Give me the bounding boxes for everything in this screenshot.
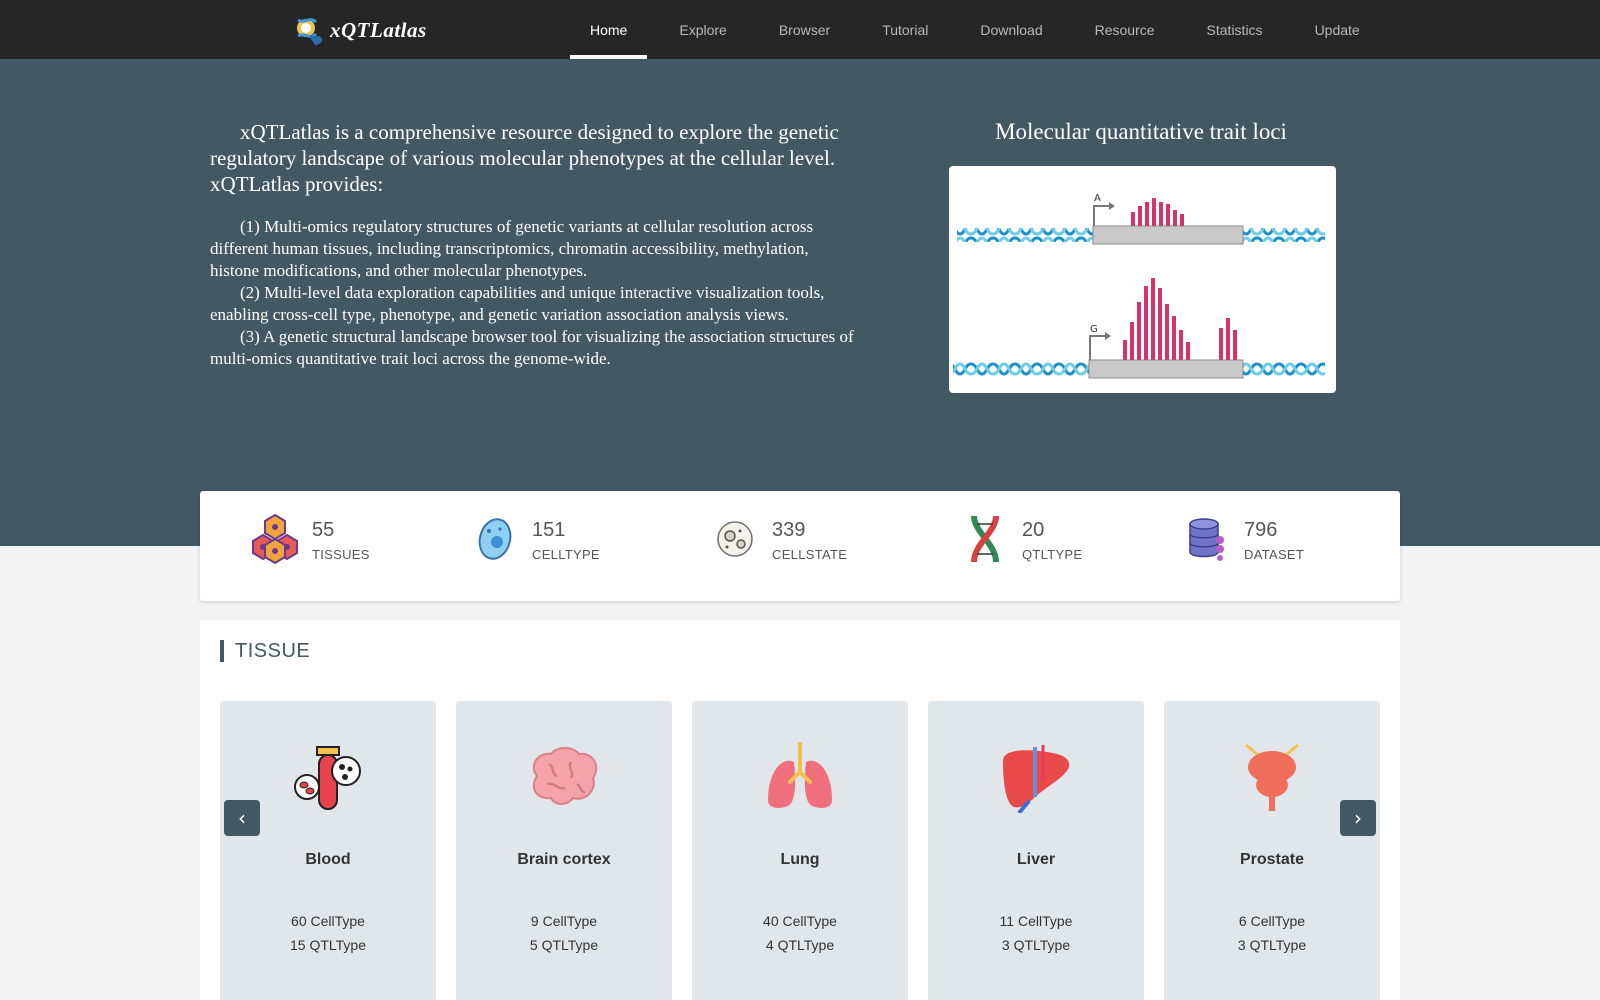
celltype-icon — [470, 511, 520, 567]
stat-cellstate-label: CELLSTATE — [772, 546, 848, 562]
logo-icon — [297, 18, 322, 46]
stat-qtltype[interactable]: 20 QTLTYPE — [960, 511, 1082, 567]
nav-explore[interactable]: Explore — [659, 0, 746, 59]
tissue-card-liver[interactable]: Liver 11 CellType 3 QTLType — [928, 701, 1144, 1000]
blood-icon — [288, 737, 368, 817]
nav-download[interactable]: Download — [960, 0, 1062, 59]
stat-tissues[interactable]: 55 TISSUES — [250, 511, 370, 567]
tissue-card-brain-cortex[interactable]: Brain cortex 9 CellType 5 QTLType — [456, 701, 672, 1000]
hero-feature-list: (1) Multi-omics regulatory structures of… — [210, 216, 860, 370]
site-logo[interactable]: xQTLatlas — [292, 10, 427, 50]
tissue-card-name: Liver — [1016, 851, 1056, 868]
tissue-card-name: Lung — [780, 851, 820, 868]
tissue-card-qtltype: 15 QTLType — [289, 937, 366, 953]
hero-point-1: (1) Multi-omics regulatory structures of… — [210, 217, 814, 280]
tissues-icon — [250, 511, 300, 567]
carousel-next-button[interactable]: › — [1340, 800, 1376, 836]
tissue-card-celltype: 9 CellType — [530, 913, 598, 929]
tissue-card-celltype: 60 CellType — [291, 913, 365, 929]
diagram-title: Molecular quantitative trait loci — [995, 119, 1287, 144]
stat-tissues-value: 55 — [312, 518, 335, 541]
tissue-card-prostate[interactable]: Prostate 6 CellType 3 QTLType — [1164, 701, 1380, 1000]
tissue-card-celltype: 6 CellType — [1238, 913, 1306, 929]
mqtl-diagram-illustration: A G — [953, 193, 1325, 379]
database-icon — [1182, 511, 1232, 567]
stat-celltype-value: 151 — [532, 518, 566, 541]
stat-tissues-label: TISSUES — [312, 546, 370, 562]
tissue-card-qtltype: 4 QTLType — [765, 937, 835, 953]
stat-cellstate[interactable]: 339 CELLSTATE — [710, 511, 847, 567]
stat-dataset[interactable]: 796 DATASET — [1182, 511, 1304, 567]
tissue-card-name: Blood — [305, 851, 351, 868]
hero-intro-text: xQTLatlas is a comprehensive resource de… — [210, 120, 839, 196]
nav-statistics[interactable]: Statistics — [1187, 0, 1283, 59]
hero-point-3: (3) A genetic structural landscape brows… — [210, 327, 854, 368]
tissue-card-lung[interactable]: Lung 40 CellType 4 QTLType — [692, 701, 908, 1000]
stats-panel: 55 TISSUES 151 CELLTYPE 339 CELLSTATE 20… — [200, 491, 1400, 601]
hero-banner: xQTLatlas is a comprehensive resource de… — [0, 59, 1600, 546]
cellstate-icon — [710, 511, 760, 567]
tissue-card-blood[interactable]: Blood 60 CellType 15 QTLType — [220, 701, 436, 1000]
brain-icon — [524, 737, 604, 817]
logo-text: xQTLatlas — [330, 17, 427, 42]
allele-label-a: A — [1094, 193, 1101, 204]
stat-qtltype-label: QTLTYPE — [1022, 546, 1083, 562]
tissue-panel: TISSUE Blood 60 CellType 15 QTLType Brai… — [200, 620, 1400, 1000]
dna-icon — [960, 511, 1010, 567]
stat-dataset-label: DATASET — [1244, 546, 1305, 562]
stat-qtltype-value: 20 — [1022, 518, 1045, 541]
tissue-card-name: Prostate — [1239, 851, 1305, 868]
carousel-prev-button[interactable]: ‹ — [224, 800, 260, 836]
nav-resource[interactable]: Resource — [1075, 0, 1175, 59]
liver-icon — [996, 737, 1076, 817]
lung-icon — [760, 737, 840, 817]
nav-browser[interactable]: Browser — [759, 0, 850, 59]
stat-dataset-value: 796 — [1244, 518, 1278, 541]
nav-tutorial[interactable]: Tutorial — [862, 0, 948, 59]
allele-label-g: G — [1090, 324, 1098, 335]
hero-point-2: (2) Multi-level data exploration capabil… — [210, 283, 825, 324]
tissue-section-title: TISSUE — [220, 640, 310, 662]
main-nav: Home Explore Browser Tutorial Download R… — [570, 0, 1392, 59]
tissue-card-celltype: 40 CellType — [763, 913, 837, 929]
top-navbar: xQTLatlas Home Explore Browser Tutorial … — [0, 0, 1600, 59]
tissue-card-celltype: 11 CellType — [999, 913, 1073, 929]
tissue-card-qtltype: 5 QTLType — [529, 937, 599, 953]
tissue-card-name: Brain cortex — [517, 851, 611, 868]
stat-celltype[interactable]: 151 CELLTYPE — [470, 511, 600, 567]
nav-update[interactable]: Update — [1295, 0, 1380, 59]
mqtl-diagram: A G — [949, 166, 1336, 393]
prostate-icon — [1232, 737, 1312, 817]
stat-celltype-label: CELLTYPE — [532, 546, 600, 562]
stat-cellstate-value: 339 — [772, 518, 806, 541]
nav-home[interactable]: Home — [570, 0, 648, 59]
tissue-card-qtltype: 3 QTLType — [1237, 937, 1307, 953]
tissue-card-qtltype: 3 QTLType — [1001, 937, 1071, 953]
